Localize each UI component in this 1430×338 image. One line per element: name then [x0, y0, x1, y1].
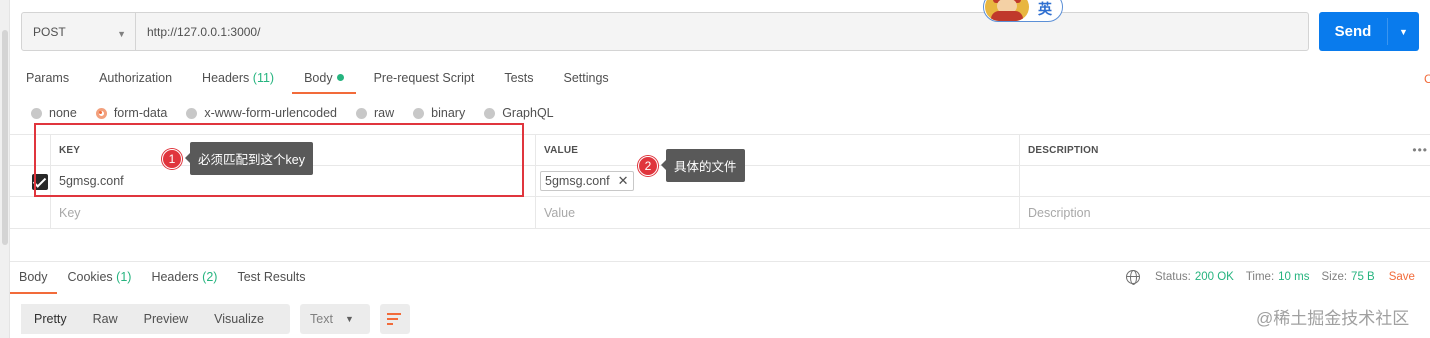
description-cell[interactable] [1019, 166, 1430, 196]
send-options-chevron-icon[interactable]: ▼ [1388, 12, 1419, 51]
tab-body[interactable]: Body [292, 68, 356, 94]
watermark: @稀土掘金技术社区 [1256, 309, 1410, 328]
response-divider [10, 261, 1430, 262]
annotation-tooltip: 必须匹配到这个key [185, 142, 313, 175]
tab-authorization[interactable]: Authorization [99, 68, 172, 94]
view-visualize-button[interactable]: Visualize [201, 304, 277, 334]
time-value[interactable]: 10 ms [1278, 271, 1309, 283]
annotation-tooltip: 具体的文件 [661, 149, 745, 182]
value-cell[interactable]: 5gmsg.conf ✕ [535, 166, 1019, 196]
url-input[interactable]: http://127.0.0.1:3000/ [136, 13, 1308, 50]
headers-count: (11) [252, 71, 275, 85]
radio-icon [413, 107, 425, 119]
file-chip: 5gmsg.conf ✕ [540, 171, 634, 191]
tab-response-headers[interactable]: Headers (2) [151, 270, 217, 294]
size-value[interactable]: 75 B [1351, 271, 1375, 283]
wrap-lines-button[interactable] [380, 304, 410, 334]
annotation-number: 1 [162, 148, 182, 169]
radio-selected-icon [95, 107, 107, 119]
tab-test-results[interactable]: Test Results [237, 270, 305, 294]
view-mode-group: Pretty Raw Preview Visualize [21, 304, 290, 334]
radio-icon [484, 107, 496, 119]
radio-raw[interactable]: raw [356, 106, 394, 120]
radio-none[interactable]: none [31, 106, 77, 120]
postman-window: POST ▼ http://127.0.0.1:3000/ 英 Send ▼ P… [0, 0, 1430, 338]
send-label: Send [1334, 23, 1372, 40]
annotation-2: 2 具体的文件 [638, 149, 745, 182]
radio-icon [186, 107, 198, 119]
send-button[interactable]: Send ▼ [1319, 12, 1419, 51]
radio-form-data[interactable]: form-data [95, 106, 167, 120]
value-input[interactable]: Value [535, 197, 1019, 228]
tab-response-body[interactable]: Body [10, 270, 57, 294]
view-raw-button[interactable]: Raw [80, 304, 131, 334]
radio-binary[interactable]: binary [413, 106, 465, 120]
annotation-1: 1 必须匹配到这个key [162, 142, 313, 175]
tab-settings[interactable]: Settings [564, 68, 609, 94]
format-select[interactable]: Text ▼ [300, 304, 370, 334]
avatar-image [985, 0, 1029, 21]
column-header-description: DESCRIPTION [1019, 135, 1430, 165]
column-header-value: VALUE [535, 135, 1019, 165]
body-type-radios: none form-data x-www-form-urlencoded raw… [31, 106, 573, 120]
method-label: POST [33, 24, 66, 39]
chevron-down-icon: ▼ [344, 314, 354, 324]
annotation-number: 2 [638, 155, 658, 176]
wrap-lines-icon [387, 312, 403, 326]
radio-x-www-form-urlencoded[interactable]: x-www-form-urlencoded [186, 106, 337, 120]
left-scrollbar[interactable] [0, 0, 10, 338]
key-input[interactable]: Key [50, 197, 535, 228]
radio-icon [31, 107, 42, 119]
request-bar: POST ▼ http://127.0.0.1:3000/ [21, 12, 1309, 51]
tab-headers[interactable]: Headers (11) [202, 68, 274, 94]
description-input[interactable]: Description [1019, 197, 1430, 228]
view-preview-button[interactable]: Preview [131, 304, 201, 334]
tab-response-cookies[interactable]: Cookies (1) [68, 270, 132, 294]
status-value[interactable]: 200 OK [1195, 271, 1234, 283]
chevron-down-icon: ▼ [117, 29, 126, 39]
cookies-link[interactable]: C [1424, 72, 1430, 86]
radio-icon [356, 107, 367, 119]
radio-graphql[interactable]: GraphQL [484, 106, 554, 120]
response-status-bar: Status: 200 OK Time: 10 ms Size: 75 B Save [1126, 270, 1415, 285]
method-select[interactable]: POST ▼ [22, 13, 136, 50]
request-tabs: Params Authorization Headers (11) Body P… [26, 68, 639, 94]
response-tabs: Body Cookies (1) Headers (2) Test Result… [10, 270, 326, 294]
scrollbar-thumb[interactable] [2, 30, 8, 245]
globe-icon[interactable] [1126, 270, 1140, 285]
close-icon[interactable]: ✕ [618, 173, 629, 189]
tab-tests[interactable]: Tests [504, 68, 533, 94]
tab-params[interactable]: Params [26, 68, 69, 94]
tab-pre-request-script[interactable]: Pre-request Script [374, 68, 475, 94]
avatar-lang-label: 英 [1038, 1, 1052, 17]
more-options-icon[interactable]: ••• [1412, 143, 1428, 157]
table-row-empty: Key Value Description [10, 197, 1430, 229]
url-text: http://127.0.0.1:3000/ [147, 24, 261, 39]
body-active-dot-icon [336, 74, 344, 81]
save-response-button[interactable]: Save [1389, 271, 1415, 283]
avatar-badge[interactable]: 英 [983, 0, 1063, 22]
view-pretty-button[interactable]: Pretty [21, 304, 80, 334]
